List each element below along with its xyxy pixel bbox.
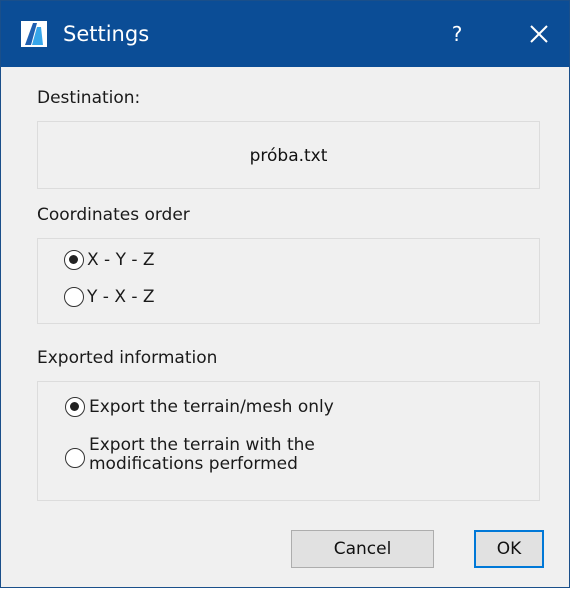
radio-export-mesh-only[interactable]: Export the terrain/mesh only: [65, 397, 334, 417]
help-button[interactable]: ?: [437, 11, 477, 57]
radio-button-checked[interactable]: [64, 250, 84, 270]
settings-dialog: Settings ? Destination: próba.txt Coordi…: [0, 0, 570, 588]
ok-button[interactable]: OK: [474, 530, 544, 568]
radio-button-unchecked[interactable]: [64, 287, 84, 307]
destination-filename: próba.txt: [249, 146, 328, 166]
coordinates-order-label: Coordinates order: [37, 205, 190, 225]
exported-information-group: Export the terrain/mesh only Export the …: [37, 381, 540, 501]
title-bar[interactable]: Settings ?: [1, 1, 569, 67]
radio-button-checked[interactable]: [65, 397, 85, 417]
radio-export-with-modifications-label: Export the terrain with the modification…: [89, 435, 315, 474]
destination-box: próba.txt: [37, 121, 540, 189]
cancel-button[interactable]: Cancel: [291, 530, 434, 568]
radio-button-unchecked[interactable]: [65, 448, 85, 468]
radio-yxz[interactable]: Y - X - Z: [64, 287, 155, 307]
radio-export-with-modifications[interactable]: Export the terrain with the modification…: [65, 435, 389, 474]
window-title: Settings: [63, 22, 150, 46]
close-icon: [530, 25, 548, 43]
destination-label: Destination:: [37, 88, 141, 108]
exported-information-label: Exported information: [37, 348, 218, 368]
close-button[interactable]: [519, 15, 559, 55]
app-logo-icon: [21, 21, 47, 47]
radio-xyz[interactable]: X - Y - Z: [64, 250, 155, 270]
coordinates-order-group: X - Y - Z Y - X - Z: [37, 238, 540, 324]
radio-export-mesh-only-label: Export the terrain/mesh only: [89, 397, 334, 417]
radio-yxz-label: Y - X - Z: [87, 287, 155, 307]
radio-xyz-label: X - Y - Z: [87, 250, 155, 270]
